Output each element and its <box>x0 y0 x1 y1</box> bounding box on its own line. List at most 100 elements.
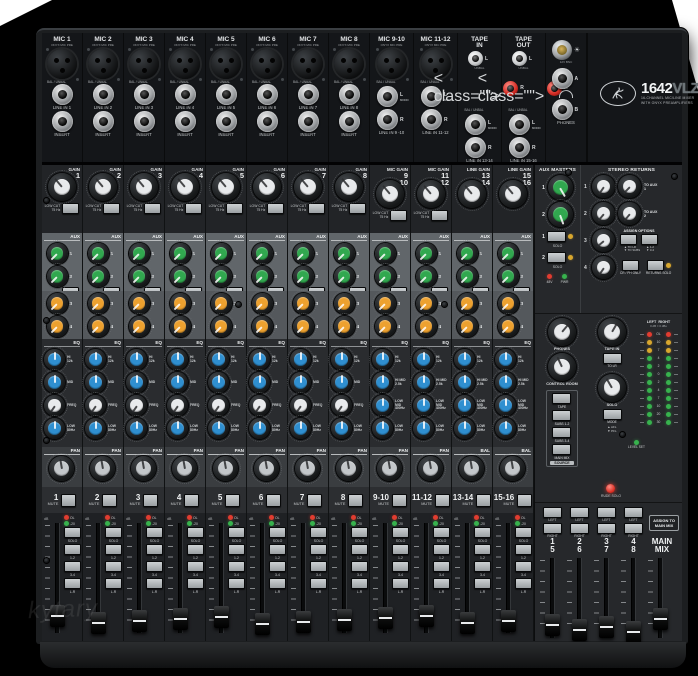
aux-4-knob[interactable] <box>125 313 153 340</box>
line-in-4-jack[interactable] <box>174 84 196 105</box>
aux-3-knob[interactable] <box>207 290 235 317</box>
low-cut-button[interactable] <box>390 210 408 221</box>
gain-knob[interactable] <box>168 170 202 204</box>
gain-knob[interactable] <box>45 170 79 204</box>
assign-1-2-button[interactable] <box>64 544 81 555</box>
eq-low-knob[interactable] <box>328 415 355 442</box>
assign-1-2-button[interactable] <box>392 544 409 555</box>
aux-3-knob[interactable] <box>43 290 71 317</box>
aux-3-knob[interactable] <box>453 290 481 317</box>
phones-a-jack[interactable] <box>551 68 573 89</box>
line-in-7-jack[interactable] <box>297 84 319 105</box>
assign-3-4-button[interactable] <box>105 561 122 572</box>
eq-low-knob[interactable] <box>410 415 437 442</box>
source-main-mix-button[interactable] <box>552 444 572 455</box>
eq-freq-knob[interactable] <box>164 392 191 419</box>
sub-3-right-assign-button[interactable] <box>597 523 616 534</box>
gain-knob[interactable] <box>127 170 161 204</box>
aux-3-knob[interactable] <box>125 290 153 317</box>
eq-low-knob[interactable] <box>246 415 273 442</box>
eq-hi-mid-knob[interactable] <box>369 369 396 396</box>
eq-low-knob[interactable] <box>123 415 150 442</box>
aux-1-knob[interactable] <box>330 240 358 267</box>
aux-3-knob[interactable] <box>289 290 317 317</box>
eq-hi-knob[interactable] <box>246 346 273 373</box>
aux-3-knob[interactable] <box>412 290 440 317</box>
assign-1-2-button[interactable] <box>269 544 286 555</box>
aux-3-knob[interactable] <box>494 290 522 317</box>
channel-fader[interactable] <box>501 610 516 632</box>
aux-2-knob[interactable] <box>43 263 71 290</box>
solo-button[interactable] <box>187 527 204 538</box>
line-in-3-jack[interactable] <box>133 84 155 105</box>
pan-knob[interactable] <box>292 453 323 484</box>
balance-knob[interactable] <box>497 453 528 484</box>
aux-4-knob[interactable] <box>248 313 276 340</box>
pan-knob[interactable] <box>415 453 446 484</box>
channel-fader[interactable] <box>419 605 434 627</box>
aux-3-knob[interactable] <box>166 290 194 317</box>
solo-button[interactable] <box>433 527 450 538</box>
eq-hi-knob[interactable] <box>164 346 191 373</box>
aux-4-knob[interactable] <box>207 313 235 340</box>
aux-1-knob[interactable] <box>289 240 317 267</box>
line-in-13-14-right-jack[interactable] <box>465 137 486 158</box>
aux-2-knob[interactable] <box>84 263 112 290</box>
aux-2-knob[interactable] <box>207 263 235 290</box>
pan-knob[interactable] <box>333 453 364 484</box>
assign-L-R-button[interactable] <box>310 578 327 589</box>
aux-4-knob[interactable] <box>84 313 112 340</box>
sub-1-left-assign-button[interactable] <box>543 507 562 518</box>
low-cut-button[interactable] <box>103 203 121 214</box>
aux-3-knob[interactable] <box>371 290 399 317</box>
aux-2-knob[interactable] <box>125 263 153 290</box>
solo-button[interactable] <box>105 527 122 538</box>
aux-3-knob[interactable] <box>84 290 112 317</box>
assign-1-2-button[interactable] <box>433 544 450 555</box>
assign-L-R-button[interactable] <box>228 578 245 589</box>
aux-2-knob[interactable] <box>289 263 317 290</box>
assign-L-R-button[interactable] <box>187 578 204 589</box>
tape-in-left-rca[interactable] <box>468 51 483 66</box>
mute-button[interactable] <box>476 493 492 507</box>
sub-1-right-assign-button[interactable] <box>543 523 562 534</box>
assign-1-2-button[interactable] <box>105 544 122 555</box>
line-in-13-14-left-jack[interactable] <box>465 114 486 135</box>
source-subs-1-2-button[interactable] <box>552 410 572 421</box>
xlr-input-5[interactable] <box>210 48 243 81</box>
eq-hi-knob[interactable] <box>451 346 478 373</box>
sub-fader-4-8[interactable] <box>626 621 641 643</box>
source-subs-3-4-button[interactable] <box>552 427 572 438</box>
channel-fader[interactable] <box>460 612 475 634</box>
tape-out-left-rca[interactable] <box>512 51 527 66</box>
assign-1-2-button[interactable] <box>351 544 368 555</box>
solo-button[interactable] <box>269 527 286 538</box>
assign-3-4-button[interactable] <box>351 561 368 572</box>
line-in-15-16-right-jack[interactable] <box>509 137 530 158</box>
assign-3-4-button[interactable] <box>433 561 450 572</box>
assign-1-2-button[interactable] <box>187 544 204 555</box>
solo-mode-button[interactable] <box>602 408 622 420</box>
control-room-knob[interactable] <box>544 350 579 384</box>
assign-L-R-button[interactable] <box>64 578 81 589</box>
assign-3-4-button[interactable] <box>310 561 327 572</box>
sub-4-left-assign-button[interactable] <box>624 507 643 518</box>
eq-hi-mid-knob[interactable] <box>492 369 519 396</box>
gain-knob[interactable] <box>332 170 366 204</box>
eq-low-knob[interactable] <box>369 415 396 442</box>
eq-low-mid-knob[interactable] <box>369 392 396 419</box>
insert-7-jack[interactable] <box>297 111 319 132</box>
aux-master-2-solo-button[interactable] <box>546 252 566 263</box>
eq-low-knob[interactable] <box>164 415 191 442</box>
tape-to-lr-button[interactable] <box>602 353 622 364</box>
eq-mid-knob[interactable] <box>287 369 314 396</box>
line-in-6-jack[interactable] <box>256 84 278 105</box>
gain-knob[interactable] <box>455 177 489 211</box>
aux-master-1-knob[interactable] <box>544 172 576 203</box>
stereo-return-2-knob[interactable] <box>589 199 618 228</box>
line-in-2-jack[interactable] <box>92 84 114 105</box>
eq-hi-knob[interactable] <box>123 346 150 373</box>
assign-L-R-button[interactable] <box>146 578 163 589</box>
aux-4-knob[interactable] <box>453 313 481 340</box>
eq-hi-knob[interactable] <box>205 346 232 373</box>
